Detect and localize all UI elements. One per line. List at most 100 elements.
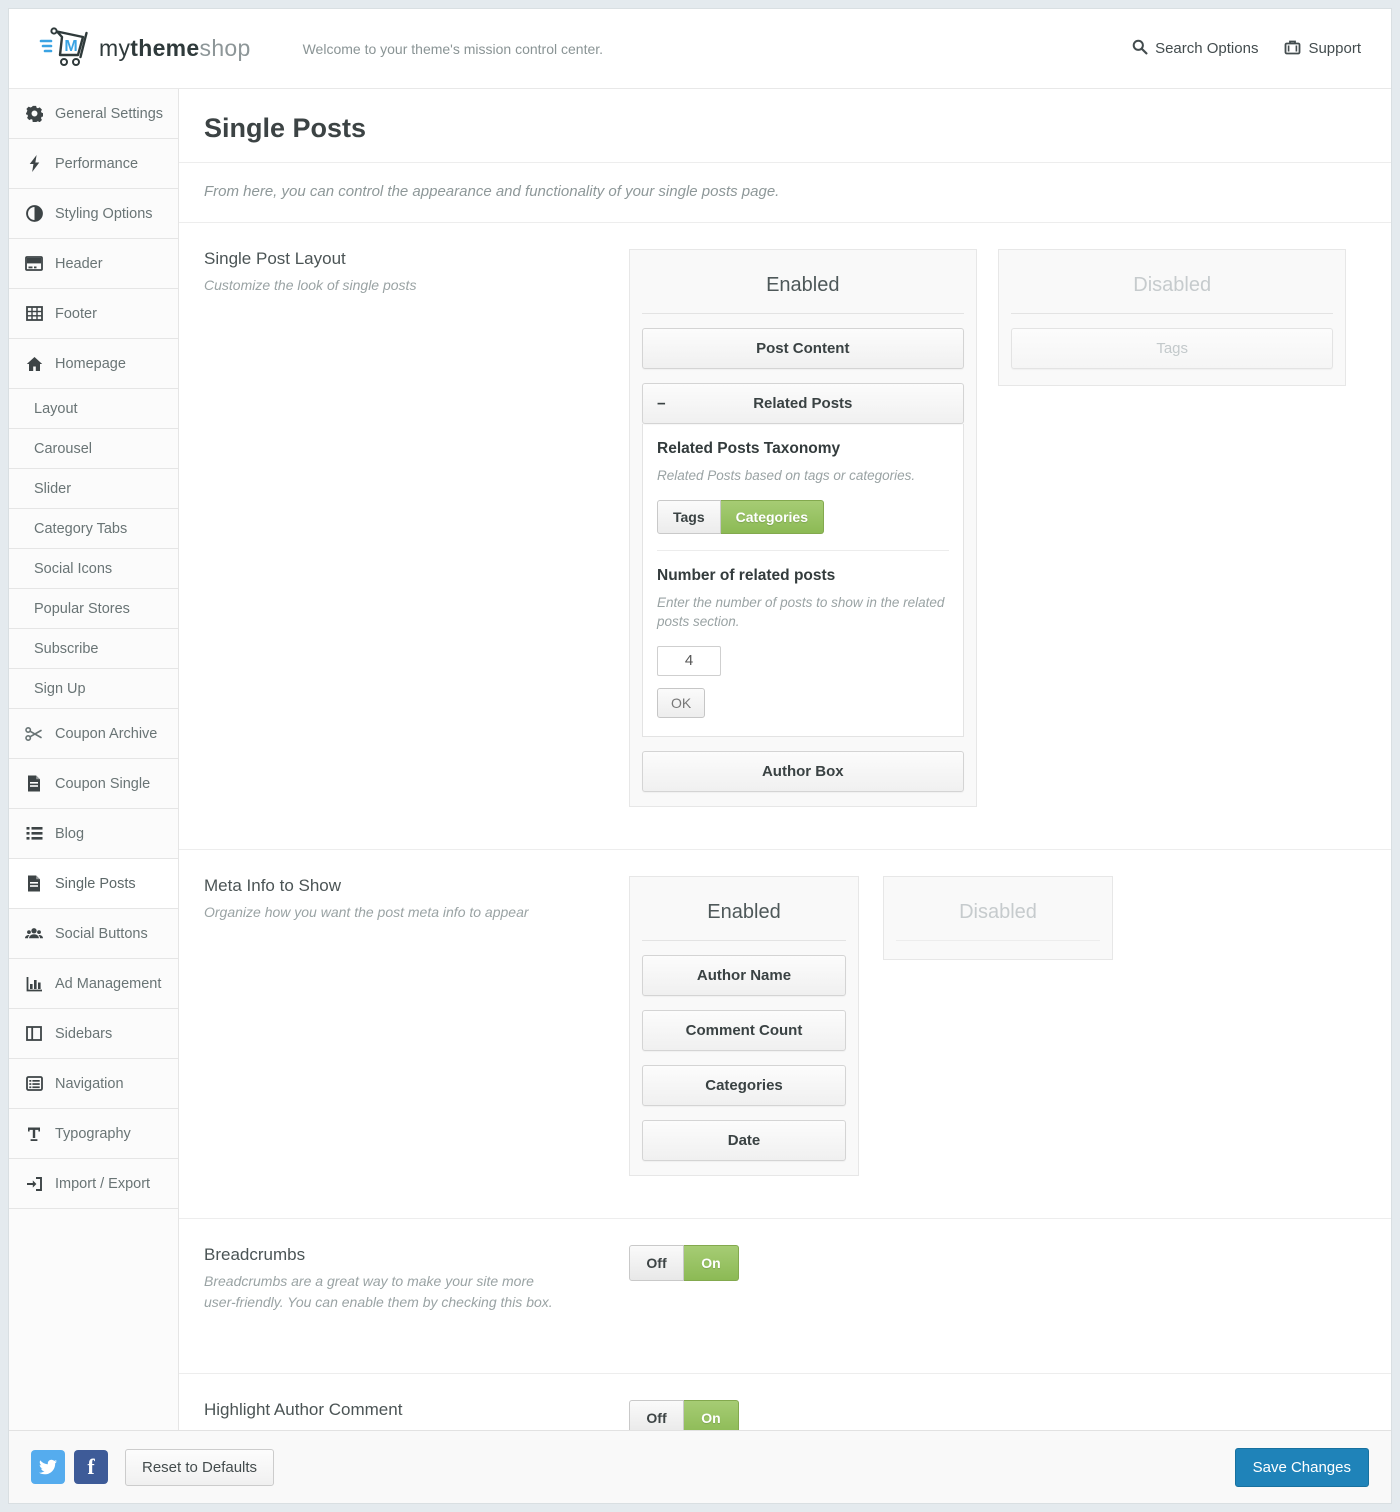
ok-button[interactable]: OK [657, 688, 705, 718]
sidebar-item-category-tabs[interactable]: Category Tabs [9, 509, 178, 549]
cart-logo-icon: M [39, 24, 89, 73]
sidebar-item-ad-management[interactable]: Ad Management [9, 959, 178, 1009]
settings-sidebar: General SettingsPerformance Styling Optio… [9, 89, 179, 1430]
highlight-author-comment-toggle: Off On [629, 1400, 739, 1430]
list-icon [25, 826, 43, 841]
sidebar-item-label: Sidebars [55, 1026, 112, 1042]
disabled-panel-title: Disabled [1011, 262, 1333, 314]
sidebar-item-label: Category Tabs [34, 521, 127, 537]
sidebar-item-single-posts[interactable]: Single Posts [9, 859, 178, 909]
scissors-icon [25, 726, 43, 742]
sidebar-item-slider[interactable]: Slider [9, 469, 178, 509]
sidebar-item-popular-stores[interactable]: Popular Stores [9, 589, 178, 629]
top-bar: M mythemeshop Welcome to your theme's mi… [9, 9, 1391, 89]
page-title: Single Posts [204, 89, 1346, 162]
sidebar-item-blog[interactable]: Blog [9, 809, 178, 859]
nav-icon [25, 1076, 43, 1091]
meta-enabled-panel: Enabled Author Name Comment Count Categori… [629, 876, 859, 1176]
reset-to-defaults-button[interactable]: Reset to Defaults [125, 1449, 274, 1486]
sidebar-item-header[interactable]: Header [9, 239, 178, 289]
enabled-item-comment-count[interactable]: Comment Count [642, 1010, 846, 1051]
toggle-off-button[interactable]: Off [629, 1245, 684, 1281]
support-link[interactable]: Support [1284, 39, 1361, 59]
section-label: Meta Info to Show [204, 876, 599, 896]
sidebar-item-homepage[interactable]: Homepage [9, 339, 178, 389]
enabled-item-date[interactable]: Date [642, 1120, 846, 1161]
sidebar-item-coupon-single[interactable]: Coupon Single [9, 759, 178, 809]
twitter-button[interactable] [31, 1450, 65, 1484]
sidebar-item-label: Footer [55, 306, 97, 322]
sidebar-item-label: Coupon Archive [55, 726, 157, 742]
sidebar-item-label: Import / Export [55, 1176, 150, 1192]
meta-disabled-panel: Disabled [883, 876, 1113, 960]
toggle-off-button[interactable]: Off [629, 1400, 684, 1430]
search-options-link[interactable]: Search Options [1132, 39, 1258, 59]
home-icon [25, 356, 43, 372]
toggle-label: Breadcrumbs [204, 1245, 599, 1265]
related-count-label: Number of related posts [657, 567, 949, 585]
sidebar-item-label: Typography [55, 1126, 131, 1142]
file-icon [25, 875, 43, 892]
sidebar-item-subscribe[interactable]: Subscribe [9, 629, 178, 669]
sidebar-item-layout[interactable]: Layout [9, 389, 178, 429]
layout-item-author-box[interactable]: Author Box [642, 751, 964, 792]
layout-item-related-posts[interactable]: − Related Posts [642, 383, 964, 424]
section-label: Single Post Layout [204, 249, 599, 269]
sidebar-item-coupon-archive[interactable]: Coupon Archive [9, 709, 178, 759]
gears-icon [25, 105, 43, 122]
sidebar-item-sidebars[interactable]: Sidebars [9, 1009, 178, 1059]
sidebar-item-label: Social Buttons [55, 926, 148, 942]
toggle-label: Highlight Author Comment [204, 1400, 599, 1420]
table-icon [25, 306, 43, 321]
toggle-on-button[interactable]: On [684, 1245, 739, 1281]
sidebar-item-footer[interactable]: Footer [9, 289, 178, 339]
save-changes-button[interactable]: Save Changes [1235, 1448, 1369, 1487]
enabled-panel-title: Enabled [642, 262, 964, 314]
sidebar-item-label: Navigation [55, 1076, 124, 1092]
welcome-message: Welcome to your theme's mission control … [303, 41, 603, 57]
twitter-icon [39, 1458, 57, 1476]
breadcrumbs-toggle: Off On [629, 1245, 739, 1281]
sidebar-item-label: Sign Up [34, 681, 86, 697]
sidebar-item-performance[interactable]: Performance [9, 139, 178, 189]
sidebar-item-general-settings[interactable]: General Settings [9, 89, 178, 139]
file-icon [25, 775, 43, 792]
enabled-item-categories[interactable]: Categories [642, 1065, 846, 1106]
sidebar-item-label: Slider [34, 481, 71, 497]
section-highlight-author-comment: Highlight Author Comment Use this button… [179, 1374, 1391, 1430]
sidebar-item-label: Coupon Single [55, 776, 150, 792]
sidebar-item-typography[interactable]: Typography [9, 1109, 178, 1159]
layout-disabled-panel: Disabled Tags [998, 249, 1346, 386]
layout-item-post-content[interactable]: Post Content [642, 328, 964, 369]
sidebar-item-import-export[interactable]: Import / Export [9, 1159, 178, 1209]
related-count-input[interactable] [657, 646, 721, 676]
toggle-on-button[interactable]: On [684, 1400, 739, 1430]
facebook-button[interactable]: f [74, 1450, 108, 1484]
sidebar-item-navigation[interactable]: Navigation [9, 1059, 178, 1109]
facebook-icon: f [87, 1454, 94, 1480]
import-icon [25, 1176, 43, 1192]
sidebar-item-label: Styling Options [55, 206, 153, 222]
enabled-item-author-name[interactable]: Author Name [642, 955, 846, 996]
collapse-toggle-icon[interactable]: − [657, 395, 666, 412]
disabled-item-tags[interactable]: Tags [1011, 328, 1333, 369]
enabled-panel-title: Enabled [642, 889, 846, 941]
sidebar-item-label: Blog [55, 826, 84, 842]
section-meta-info: Meta Info to Show Organize how you want … [179, 850, 1391, 1219]
sidebar-item-label: Homepage [55, 356, 126, 372]
taxonomy-categories-button[interactable]: Categories [721, 500, 824, 534]
sidebar-item-sign-up[interactable]: Sign Up [9, 669, 178, 709]
related-count-description: Enter the number of posts to show in the… [657, 593, 947, 632]
section-single-post-layout: Single Post Layout Customize the look of… [179, 223, 1391, 850]
sidebar-item-label: Subscribe [34, 641, 98, 657]
header-icon [25, 256, 43, 271]
sidebar-item-label: Popular Stores [34, 601, 130, 617]
taxonomy-tags-button[interactable]: Tags [657, 500, 721, 534]
svg-text:M: M [64, 38, 77, 55]
disabled-panel-title: Disabled [896, 889, 1100, 941]
sidebar-item-social-icons[interactable]: Social Icons [9, 549, 178, 589]
sidebar-item-social-buttons[interactable]: Social Buttons [9, 909, 178, 959]
sidebar-item-styling-options[interactable]: Styling Options [9, 189, 178, 239]
chart-icon [25, 976, 43, 992]
sidebar-item-carousel[interactable]: Carousel [9, 429, 178, 469]
